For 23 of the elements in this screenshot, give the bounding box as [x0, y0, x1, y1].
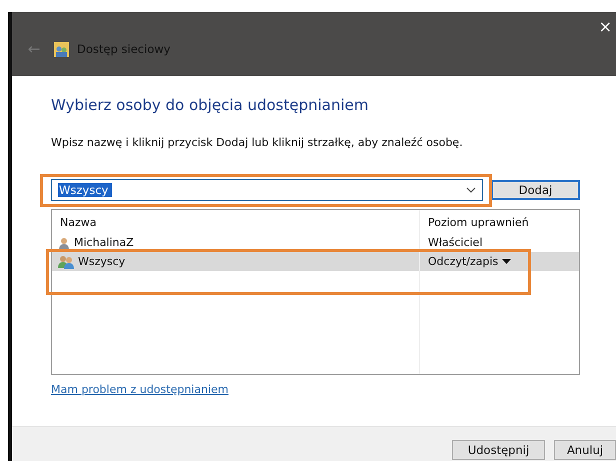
- name-input[interactable]: Wszyscy: [58, 183, 112, 197]
- close-button[interactable]: ×: [594, 12, 616, 40]
- list-row[interactable]: MichalinaZ Właściciel: [52, 233, 579, 252]
- column-header[interactable]: Nazwa: [52, 210, 420, 233]
- share-button[interactable]: Udostępnij: [452, 440, 545, 460]
- user-name: MichalinaZ: [74, 236, 134, 249]
- users-icon: [58, 254, 74, 268]
- window-title: Dostęp sieciowy: [77, 42, 170, 56]
- permission-level: Odczyt/zapis: [428, 255, 498, 268]
- list-row[interactable]: Wszyscy Odczyt/zapis: [52, 252, 579, 271]
- column-header[interactable]: Poziom uprawnień: [420, 210, 579, 233]
- permission-level: Właściciel: [428, 236, 483, 249]
- add-button[interactable]: Dodaj: [491, 180, 580, 200]
- name-combo-box[interactable]: Wszyscy: [51, 179, 483, 201]
- instruction-text: Wpisz nazwę i kliknij przycisk Dodaj lub kliknij strzałkę, aby znaleźć osobę.: [51, 136, 464, 149]
- dialog-heading: Wybierz osoby do objęcia udostępnianiem: [51, 96, 370, 114]
- cancel-button[interactable]: Anuluj: [554, 440, 616, 460]
- user-icon: [58, 236, 70, 250]
- folder-users-icon: [54, 42, 69, 56]
- help-link[interactable]: Mam problem z udostępnianiem: [51, 383, 228, 396]
- dropdown-arrow-icon: [502, 259, 512, 264]
- user-name: Wszyscy: [78, 255, 126, 268]
- chevron-down-icon: [466, 187, 476, 193]
